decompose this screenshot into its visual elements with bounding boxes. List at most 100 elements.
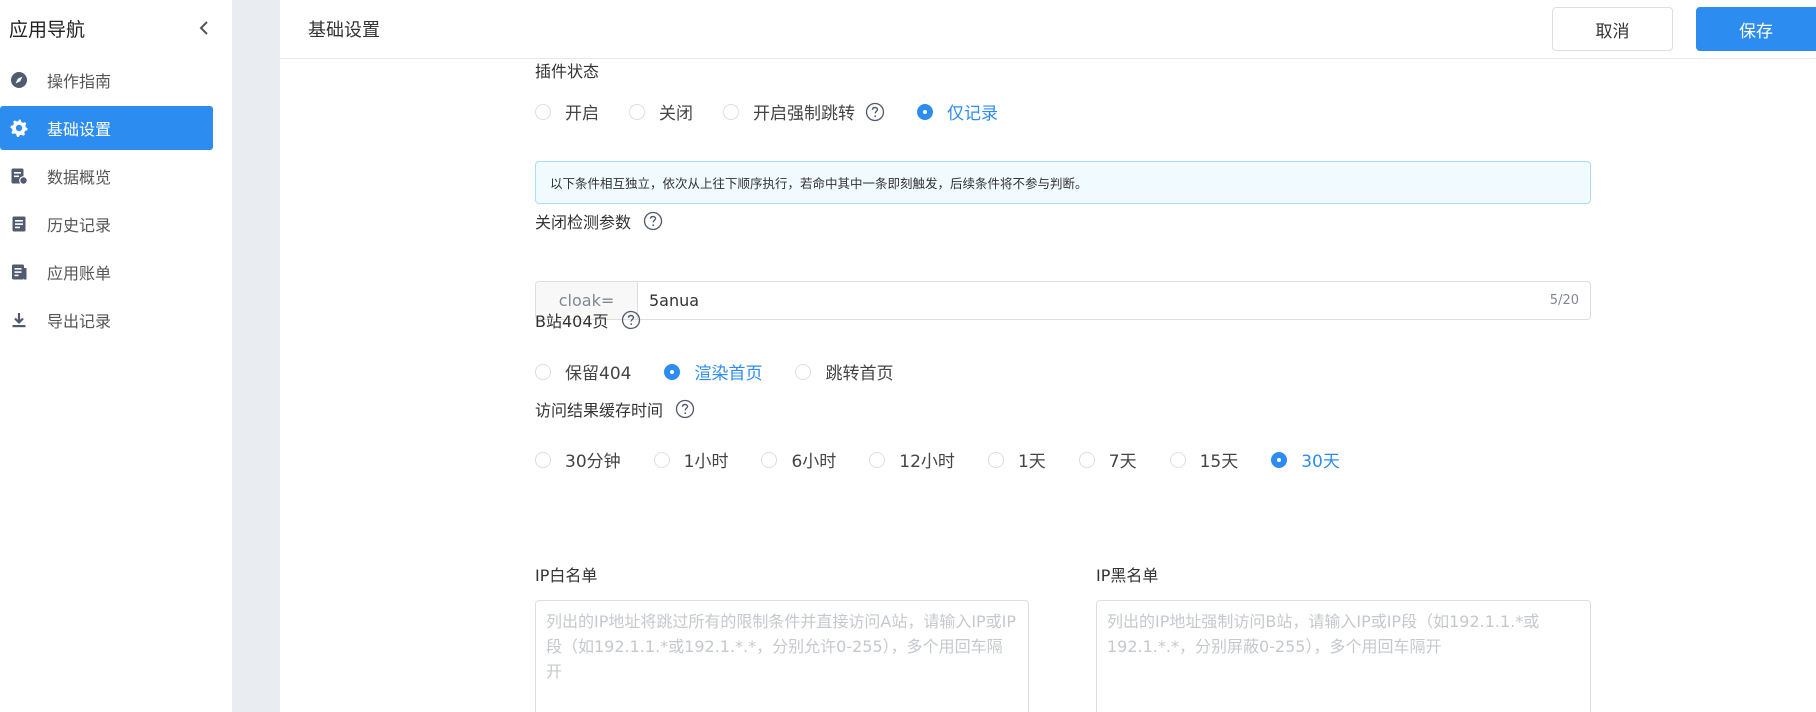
- bill-icon: [9, 262, 29, 282]
- ip-whitelist-label: IP白名单: [535, 562, 597, 586]
- radio-cache-12h[interactable]: 12小时: [869, 447, 955, 472]
- radio-label: 开启强制跳转: [753, 104, 855, 124]
- sidebar-item-bill[interactable]: 应用账单: [0, 250, 213, 294]
- plugin-status-label: 插件状态: [535, 58, 599, 82]
- radio-plugin-force-redirect[interactable]: 开启强制跳转: [723, 99, 855, 124]
- header-actions: 取消 保存: [1552, 0, 1816, 58]
- ip-whitelist-textarea[interactable]: 列出的IP地址将跳过所有的限制条件并直接访问A站，请输入IP或IP段（如192.…: [535, 600, 1029, 712]
- layout-gutter: [232, 0, 280, 712]
- radio-cache-6h[interactable]: 6小时: [761, 447, 836, 472]
- radio-cache-15d[interactable]: 15天: [1169, 447, 1239, 472]
- radio-cache-30min[interactable]: 30分钟: [535, 447, 621, 472]
- main-content: 基础设置 取消 保存 插件状态 开启 关闭 开启强制跳转 仅记录 以下条件相互独…: [280, 0, 1816, 712]
- radio-plugin-record-only[interactable]: 仅记录: [917, 99, 998, 124]
- cancel-button[interactable]: 取消: [1552, 7, 1673, 51]
- radio-label: 7天: [1108, 452, 1137, 472]
- alert-text: 以下条件相互独立，依次从上往下顺序执行，若命中其中一条即刻触发，后续条件将不参与…: [550, 176, 1088, 191]
- sidebar-item-label: 导出记录: [47, 312, 112, 331]
- question-icon[interactable]: [865, 102, 885, 122]
- radio-circle[interactable]: [653, 451, 670, 468]
- close-param-label: 关闭检测参数: [535, 209, 663, 233]
- radio-plugin-off[interactable]: 关闭: [629, 99, 693, 124]
- sidebar-item-data-overview[interactable]: 数据概览: [0, 154, 213, 198]
- radio-circle[interactable]: [1271, 451, 1288, 468]
- sidebar-item-label: 基础设置: [47, 120, 112, 139]
- radio-render-home[interactable]: 渲染首页: [664, 359, 762, 384]
- sidebar-item-guide[interactable]: 操作指南: [0, 58, 213, 102]
- ip-blacklist-label-text: IP黑名单: [1096, 566, 1159, 585]
- radio-circle[interactable]: [1078, 451, 1095, 468]
- radio-circle[interactable]: [535, 103, 551, 120]
- radio-label: 渲染首页: [694, 364, 763, 384]
- cache-time-label-text: 访问结果缓存时间: [535, 401, 664, 420]
- radio-plugin-on[interactable]: 开启: [535, 99, 599, 124]
- ip-blacklist-label: IP黑名单: [1096, 562, 1158, 586]
- radio-label: 跳转首页: [825, 364, 894, 384]
- download-icon: [9, 310, 29, 330]
- sidebar-title: 应用导航: [9, 18, 86, 41]
- plugin-status-label-text: 插件状态: [535, 62, 600, 81]
- sidebar-item-history[interactable]: 历史记录: [0, 202, 213, 246]
- radio-label: 30天: [1301, 452, 1340, 472]
- page-header: 基础设置 取消 保存: [280, 0, 1816, 59]
- compass-icon: [9, 70, 29, 90]
- sidebar-header: 应用导航: [0, 0, 232, 56]
- sidebar-item-basic-settings[interactable]: 基础设置: [0, 106, 213, 150]
- b404-label: B站404页: [535, 308, 641, 332]
- question-icon[interactable]: [675, 399, 695, 419]
- close-param-input-group: cloak= 5anua 5/20: [535, 281, 1591, 320]
- radio-circle[interactable]: [664, 363, 681, 380]
- radio-circle[interactable]: [535, 451, 551, 468]
- info-alert: 以下条件相互独立，依次从上往下顺序执行，若命中其中一条即刻触发，后续条件将不参与…: [535, 161, 1591, 204]
- radio-circle[interactable]: [869, 451, 886, 468]
- radio-circle[interactable]: [629, 103, 645, 120]
- radio-label: 6小时: [791, 452, 837, 472]
- data-report-icon: [9, 166, 29, 186]
- radio-circle[interactable]: [761, 451, 778, 468]
- radio-cache-30d[interactable]: 30天: [1271, 447, 1340, 472]
- radio-label: 仅记录: [947, 104, 998, 124]
- question-icon[interactable]: [643, 211, 663, 231]
- radio-label: 关闭: [659, 104, 693, 124]
- radio-label: 1小时: [683, 452, 729, 472]
- sidebar-item-label: 操作指南: [47, 72, 112, 91]
- radio-keep-404[interactable]: 保留404: [535, 359, 631, 384]
- char-counter: 5/20: [1549, 293, 1579, 308]
- radio-cache-1d[interactable]: 1天: [987, 447, 1046, 472]
- page-title: 基础设置: [308, 20, 380, 41]
- radio-circle[interactable]: [795, 363, 812, 380]
- cache-time-radio-group: 30分钟 1小时 6小时 12小时 1天 7天 15天 30天: [535, 447, 1340, 472]
- document-list-icon: [9, 214, 29, 234]
- radio-circle[interactable]: [1169, 451, 1186, 468]
- radio-circle[interactable]: [917, 103, 933, 120]
- radio-circle[interactable]: [987, 451, 1004, 468]
- plugin-status-radio-group: 开启 关闭 开启强制跳转 仅记录: [535, 99, 998, 124]
- close-param-label-text: 关闭检测参数: [535, 213, 632, 232]
- sidebar-nav: 操作指南 基础设置 数据概览 历史记录 应用账单 导出记录: [0, 58, 232, 342]
- chevron-left-icon[interactable]: [194, 18, 214, 38]
- cache-time-label: 访问结果缓存时间: [535, 397, 695, 421]
- save-button[interactable]: 保存: [1696, 7, 1816, 51]
- question-icon[interactable]: [621, 310, 641, 330]
- radio-label: 15天: [1199, 452, 1239, 472]
- ip-blacklist-textarea[interactable]: 列出的IP地址强制访问B站，请输入IP或IP段（如192.1.1.*或192.1…: [1096, 600, 1591, 712]
- radio-label: 1天: [1017, 452, 1046, 472]
- b404-label-text: B站404页: [535, 312, 609, 331]
- gear-icon: [9, 118, 29, 138]
- b404-radio-group: 保留404 渲染首页 跳转首页: [535, 359, 893, 384]
- radio-label: 保留404: [565, 364, 632, 384]
- radio-redirect-home[interactable]: 跳转首页: [795, 359, 893, 384]
- sidebar-item-export[interactable]: 导出记录: [0, 298, 213, 342]
- radio-label: 开启: [565, 104, 599, 124]
- radio-label: 12小时: [899, 452, 955, 472]
- sidebar: 应用导航 操作指南 基础设置 数据概览 历史记录 应用账单 导出记录: [0, 0, 232, 712]
- radio-label: 30分钟: [565, 452, 621, 472]
- radio-circle[interactable]: [535, 363, 551, 380]
- sidebar-item-label: 数据概览: [47, 168, 112, 187]
- radio-cache-7d[interactable]: 7天: [1078, 447, 1137, 472]
- radio-cache-1h[interactable]: 1小时: [653, 447, 729, 472]
- sidebar-item-label: 历史记录: [47, 216, 112, 235]
- close-param-input[interactable]: 5anua: [638, 282, 1550, 319]
- sidebar-item-label: 应用账单: [47, 264, 112, 283]
- radio-circle[interactable]: [723, 103, 739, 120]
